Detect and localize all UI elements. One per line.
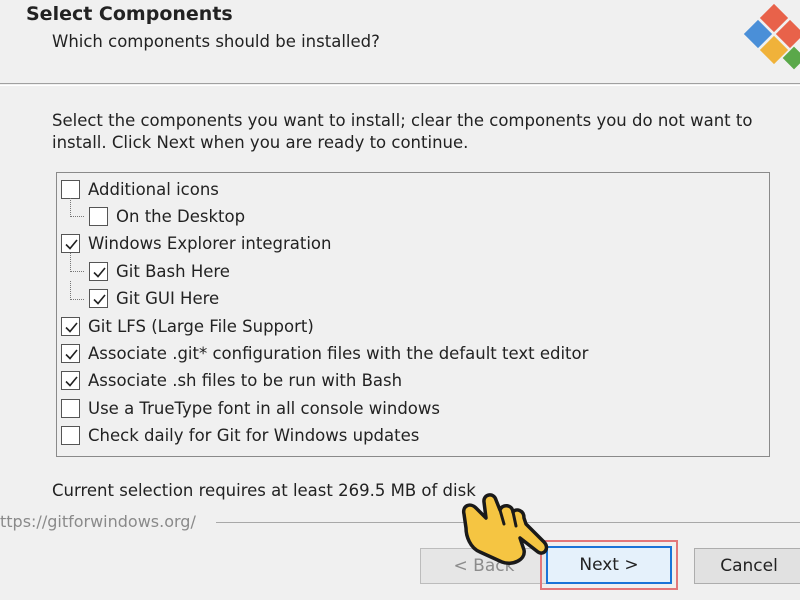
wizard-header: Select Components Which components shoul… [0, 0, 800, 84]
component-item[interactable]: Git LFS (Large File Support) [61, 314, 314, 338]
disk-space-status: Current selection requires at least 269.… [52, 481, 476, 500]
footer-url-row: ttps://gitforwindows.org/ [0, 512, 800, 532]
component-checkbox[interactable] [61, 343, 80, 363]
component-checkbox[interactable] [61, 234, 80, 254]
instructions-text: Select the components you want to instal… [52, 111, 753, 152]
footer-url[interactable]: ttps://gitforwindows.org/ [0, 512, 196, 531]
component-checkbox[interactable] [61, 179, 80, 199]
component-checkbox[interactable] [89, 206, 108, 226]
component-checkbox[interactable] [61, 316, 80, 336]
component-checkbox[interactable] [61, 398, 80, 418]
component-item[interactable]: On the Desktop [89, 204, 245, 228]
component-label: Git Bash Here [116, 261, 230, 281]
component-checkbox[interactable] [89, 261, 108, 281]
tree-connector [70, 253, 84, 273]
component-checkbox[interactable] [61, 426, 80, 446]
component-item[interactable]: Associate .sh files to be run with Bash [61, 369, 402, 393]
component-label: Additional icons [88, 179, 219, 199]
page-title: Select Components [26, 3, 233, 25]
component-item[interactable]: Check daily for Git for Windows updates [61, 424, 419, 448]
header-divider [0, 85, 800, 86]
component-checkbox[interactable] [89, 289, 108, 309]
component-checkbox[interactable] [61, 371, 80, 391]
component-item[interactable]: Additional icons [61, 177, 219, 201]
component-label: On the Desktop [116, 206, 246, 226]
component-label: Git GUI Here [116, 289, 220, 309]
cancel-button[interactable]: Cancel [694, 548, 800, 584]
component-item[interactable]: Associate .git* configuration files with… [61, 341, 588, 365]
tree-connector [70, 280, 84, 300]
component-item[interactable]: Windows Explorer integration [61, 232, 331, 256]
component-label: Git LFS (Large File Support) [88, 316, 314, 336]
pointing-hand-icon [461, 493, 549, 565]
component-label: Associate .git* configuration files with… [88, 343, 589, 363]
components-list[interactable]: Additional icons On the Desktop Windows Ex… [56, 172, 770, 457]
component-label: Windows Explorer integration [88, 234, 332, 254]
component-item[interactable]: Git GUI Here [89, 287, 219, 311]
next-button[interactable]: Next > [546, 546, 672, 584]
component-item[interactable]: Git Bash Here [89, 259, 230, 283]
component-item[interactable]: Use a TrueType font in all console windo… [61, 396, 440, 420]
component-label: Associate .sh files to be run with Bash [88, 371, 403, 391]
page-subtitle: Which components should be installed? [52, 32, 380, 51]
git-logo-icon [743, 3, 800, 70]
component-label: Check daily for Git for Windows updates [88, 426, 420, 446]
component-label: Use a TrueType font in all console windo… [88, 398, 440, 418]
tree-connector [70, 198, 84, 218]
